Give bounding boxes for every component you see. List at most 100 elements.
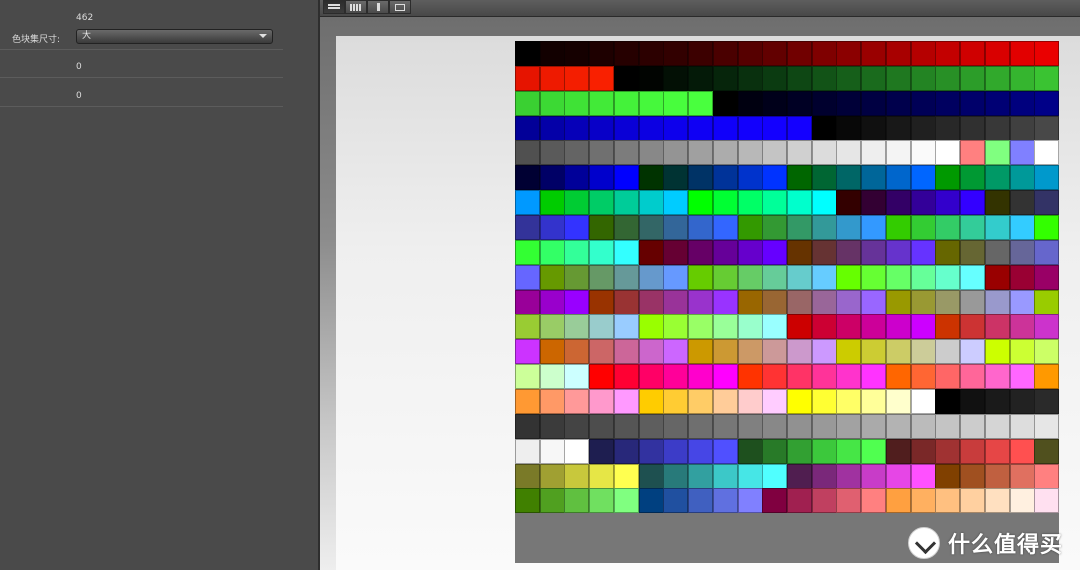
color-swatch[interactable] bbox=[638, 239, 664, 265]
color-swatch[interactable] bbox=[1034, 239, 1060, 265]
color-swatch[interactable] bbox=[836, 289, 862, 315]
color-swatch[interactable] bbox=[910, 190, 936, 216]
color-swatch[interactable] bbox=[1034, 364, 1060, 390]
color-swatch[interactable] bbox=[811, 115, 837, 141]
color-swatch[interactable] bbox=[712, 389, 738, 414]
color-swatch[interactable] bbox=[1009, 215, 1035, 240]
color-swatch[interactable] bbox=[836, 115, 862, 141]
color-swatch[interactable] bbox=[688, 364, 714, 390]
color-swatch[interactable] bbox=[910, 165, 936, 191]
color-swatch[interactable] bbox=[861, 41, 887, 66]
color-swatch[interactable] bbox=[836, 90, 862, 116]
color-swatch[interactable] bbox=[564, 389, 590, 414]
color-swatch[interactable] bbox=[663, 413, 689, 439]
color-swatch[interactable] bbox=[712, 463, 738, 489]
color-swatch[interactable] bbox=[589, 115, 615, 141]
color-swatch[interactable] bbox=[515, 488, 540, 514]
color-swatch[interactable] bbox=[737, 289, 763, 315]
color-swatch[interactable] bbox=[737, 389, 763, 414]
color-swatch[interactable] bbox=[811, 165, 837, 191]
color-swatch[interactable] bbox=[885, 65, 911, 91]
color-swatch[interactable] bbox=[712, 115, 738, 141]
color-swatch[interactable] bbox=[1009, 438, 1035, 464]
color-swatch[interactable] bbox=[1034, 90, 1060, 116]
color-swatch[interactable] bbox=[737, 314, 763, 340]
color-swatch[interactable] bbox=[861, 90, 887, 116]
color-swatch[interactable] bbox=[910, 364, 936, 390]
color-swatch[interactable] bbox=[762, 389, 788, 414]
color-swatch[interactable] bbox=[663, 65, 689, 91]
color-swatch[interactable] bbox=[984, 140, 1010, 166]
color-swatch[interactable] bbox=[737, 239, 763, 265]
color-swatch[interactable] bbox=[688, 41, 714, 66]
color-swatch[interactable] bbox=[663, 463, 689, 489]
color-swatch[interactable] bbox=[515, 41, 540, 66]
color-swatch[interactable] bbox=[515, 65, 540, 91]
color-swatch[interactable] bbox=[885, 190, 911, 216]
color-swatch[interactable] bbox=[663, 115, 689, 141]
color-swatch[interactable] bbox=[811, 413, 837, 439]
color-swatch[interactable] bbox=[861, 413, 887, 439]
color-swatch[interactable] bbox=[737, 190, 763, 216]
color-swatch[interactable] bbox=[910, 488, 936, 514]
color-swatch[interactable] bbox=[638, 364, 664, 390]
color-swatch[interactable] bbox=[712, 41, 738, 66]
color-swatch[interactable] bbox=[935, 239, 961, 265]
color-swatch[interactable] bbox=[564, 438, 590, 464]
color-swatch[interactable] bbox=[589, 364, 615, 390]
color-swatch[interactable] bbox=[811, 364, 837, 390]
color-swatch[interactable] bbox=[885, 289, 911, 315]
color-swatch[interactable] bbox=[1009, 314, 1035, 340]
color-swatch[interactable] bbox=[564, 41, 590, 66]
color-swatch[interactable] bbox=[589, 90, 615, 116]
color-swatch[interactable] bbox=[861, 264, 887, 290]
color-swatch[interactable] bbox=[885, 239, 911, 265]
color-swatch[interactable] bbox=[910, 314, 936, 340]
color-swatch[interactable] bbox=[515, 438, 540, 464]
color-swatch[interactable] bbox=[960, 413, 986, 439]
color-swatch[interactable] bbox=[836, 65, 862, 91]
color-swatch[interactable] bbox=[515, 413, 540, 439]
color-swatch[interactable] bbox=[811, 215, 837, 240]
color-swatch[interactable] bbox=[960, 463, 986, 489]
color-swatch[interactable] bbox=[935, 140, 961, 166]
color-swatch[interactable] bbox=[613, 140, 639, 166]
color-swatch[interactable] bbox=[960, 65, 986, 91]
color-swatch[interactable] bbox=[836, 140, 862, 166]
color-swatch[interactable] bbox=[984, 239, 1010, 265]
color-swatch[interactable] bbox=[787, 339, 812, 365]
color-swatch[interactable] bbox=[885, 165, 911, 191]
color-swatch[interactable] bbox=[935, 314, 961, 340]
color-swatch[interactable] bbox=[589, 289, 615, 315]
color-swatch[interactable] bbox=[984, 314, 1010, 340]
color-swatch[interactable] bbox=[935, 115, 961, 141]
color-swatch[interactable] bbox=[836, 438, 862, 464]
color-swatch[interactable] bbox=[836, 314, 862, 340]
color-swatch[interactable] bbox=[539, 65, 565, 91]
color-swatch[interactable] bbox=[762, 364, 788, 390]
color-swatch[interactable] bbox=[613, 165, 639, 191]
color-swatch[interactable] bbox=[688, 413, 714, 439]
color-swatch[interactable] bbox=[836, 339, 862, 365]
color-swatch[interactable] bbox=[984, 438, 1010, 464]
color-swatch[interactable] bbox=[1009, 65, 1035, 91]
color-swatch[interactable] bbox=[811, 389, 837, 414]
color-swatch[interactable] bbox=[712, 438, 738, 464]
color-swatch[interactable] bbox=[861, 239, 887, 265]
color-swatch[interactable] bbox=[861, 389, 887, 414]
color-swatch[interactable] bbox=[984, 215, 1010, 240]
color-swatch[interactable] bbox=[960, 289, 986, 315]
color-swatch[interactable] bbox=[613, 339, 639, 365]
color-swatch[interactable] bbox=[712, 264, 738, 290]
color-swatch[interactable] bbox=[613, 215, 639, 240]
color-swatch[interactable] bbox=[910, 389, 936, 414]
color-swatch[interactable] bbox=[564, 115, 590, 141]
color-swatch[interactable] bbox=[663, 438, 689, 464]
color-swatch[interactable] bbox=[515, 364, 540, 390]
color-swatch[interactable] bbox=[638, 140, 664, 166]
color-swatch[interactable] bbox=[589, 264, 615, 290]
color-swatch[interactable] bbox=[515, 215, 540, 240]
color-swatch[interactable] bbox=[688, 90, 714, 116]
color-swatch[interactable] bbox=[688, 463, 714, 489]
split-view-button[interactable] bbox=[367, 0, 389, 14]
